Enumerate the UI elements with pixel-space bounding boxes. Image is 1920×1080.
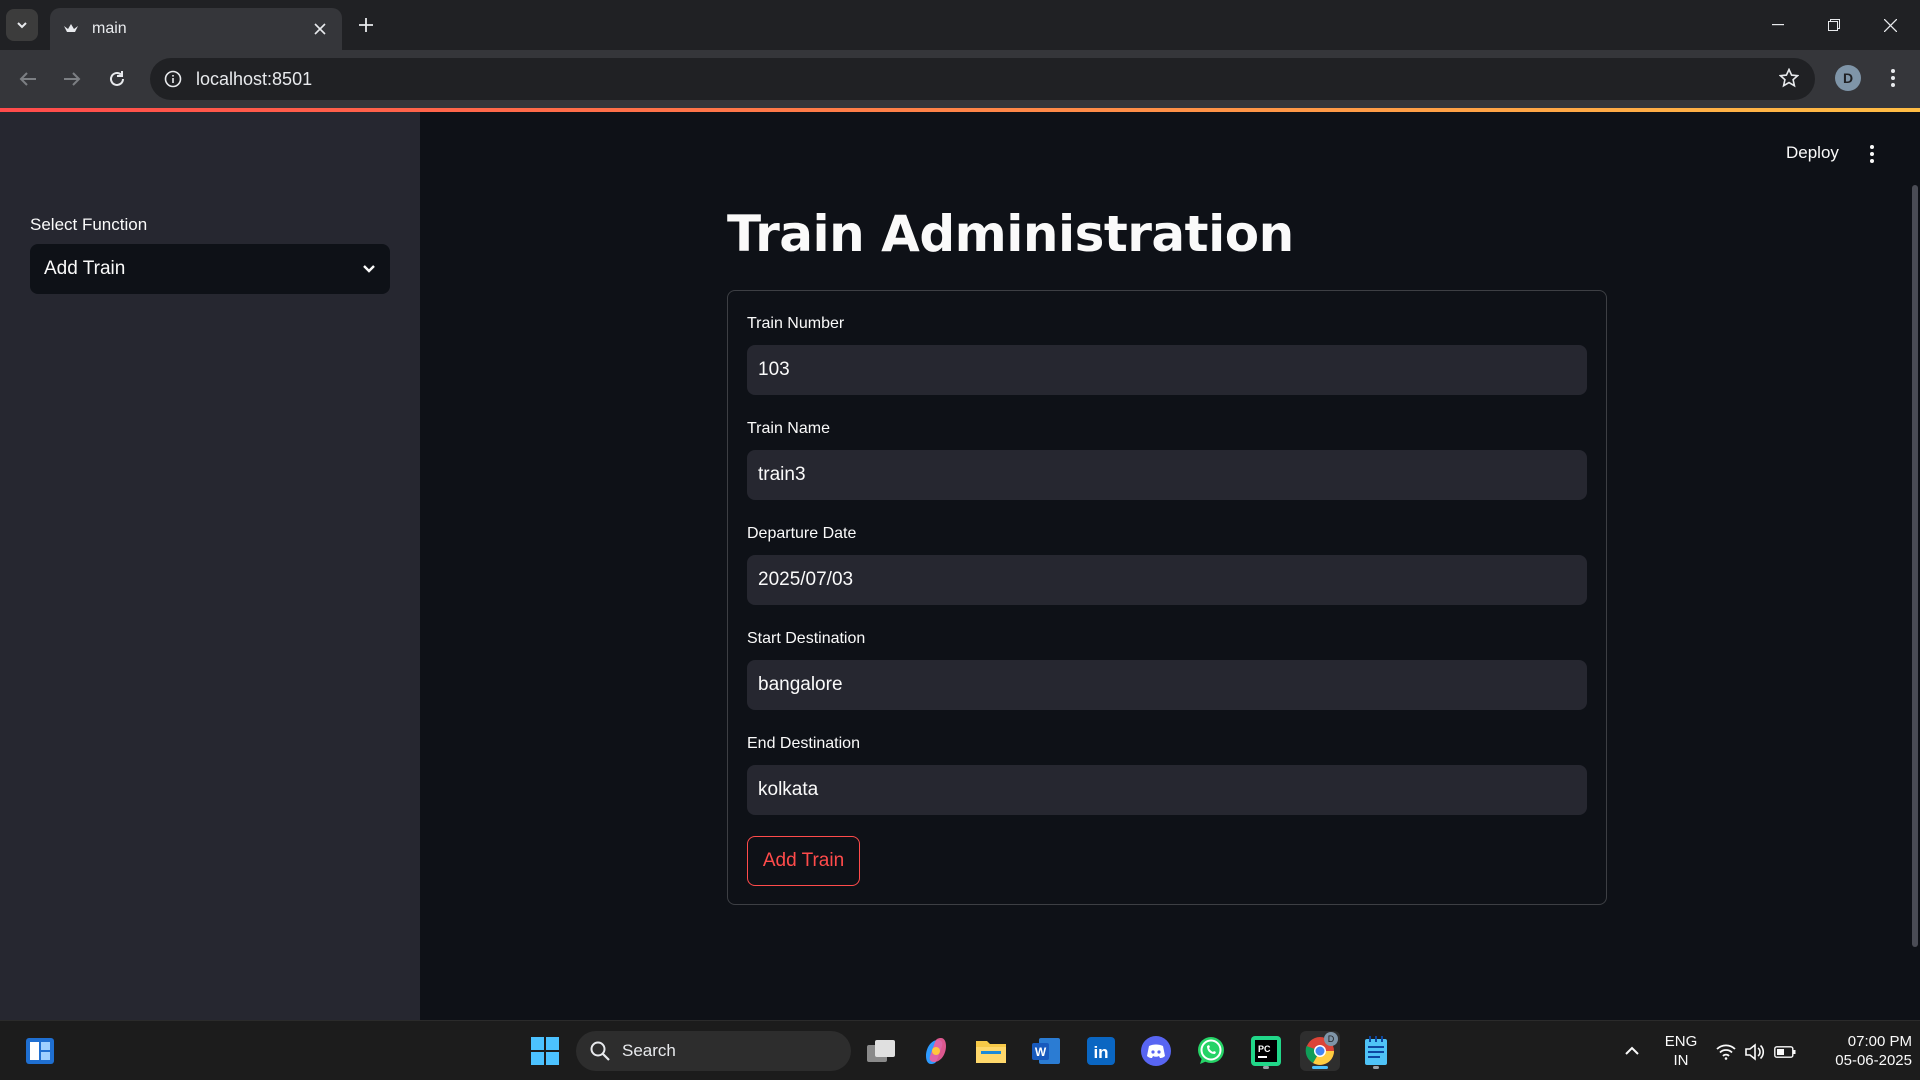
train-form: Train Number Train Name Departure Date S… <box>727 290 1607 905</box>
minimize-icon <box>1772 24 1784 26</box>
site-info-icon[interactable] <box>164 70 182 88</box>
chrome-profile-badge: D <box>1324 1032 1338 1046</box>
input-language-indicator[interactable]: ENG IN <box>1657 1032 1705 1070</box>
vertical-dots-icon <box>1870 145 1874 163</box>
restore-button[interactable] <box>1806 0 1862 50</box>
active-indicator <box>1312 1066 1328 1069</box>
plus-icon <box>359 18 373 32</box>
back-button[interactable] <box>12 63 44 95</box>
browser-tab-main[interactable]: main <box>50 8 342 50</box>
departure-date-input[interactable] <box>747 555 1587 605</box>
chevron-down-icon <box>17 22 27 29</box>
reload-button[interactable] <box>101 63 133 95</box>
end-destination-input[interactable] <box>747 765 1587 815</box>
profile-avatar[interactable]: D <box>1835 65 1861 91</box>
widgets-icon[interactable] <box>20 1031 60 1071</box>
restore-icon <box>1828 19 1840 31</box>
select-function-label: Select Function <box>30 215 148 234</box>
departure-date-label: Departure Date <box>747 525 857 542</box>
new-tab-button[interactable] <box>352 11 380 39</box>
svg-text:PC: PC <box>1258 1044 1271 1054</box>
page-title: Train Administration <box>727 205 1294 263</box>
arrow-left-icon <box>19 72 36 86</box>
forward-button[interactable] <box>56 63 88 95</box>
train-name-input[interactable] <box>747 450 1587 500</box>
arrow-right-icon <box>64 72 81 86</box>
clock-time: 07:00 PM <box>1847 1033 1912 1050</box>
word-icon[interactable]: W <box>1026 1031 1066 1071</box>
function-select[interactable]: Add Train <box>30 244 390 294</box>
show-hidden-icons-button[interactable] <box>1612 1031 1652 1071</box>
taskbar-search[interactable]: Search <box>576 1031 851 1071</box>
svg-text:W: W <box>1035 1045 1047 1059</box>
deploy-button[interactable]: Deploy <box>1786 143 1839 163</box>
region-label: IN <box>1673 1052 1689 1069</box>
scrollbar[interactable] <box>1912 185 1918 947</box>
language-label: ENG <box>1664 1033 1698 1050</box>
system-tray-status[interactable] <box>1716 1041 1796 1063</box>
close-tab-icon[interactable] <box>310 19 330 39</box>
address-bar[interactable]: localhost:8501 <box>150 58 1815 100</box>
file-explorer-icon[interactable] <box>971 1031 1011 1071</box>
sidebar: Select Function Add Train <box>0 112 420 1020</box>
running-indicator <box>1263 1066 1269 1069</box>
train-number-label: Train Number <box>747 315 845 332</box>
linkedin-icon[interactable]: in <box>1081 1031 1121 1071</box>
vertical-dots-icon <box>1891 69 1895 87</box>
discord-icon[interactable] <box>1136 1031 1176 1071</box>
svg-text:in: in <box>1093 1043 1108 1062</box>
start-destination-input[interactable] <box>747 660 1587 710</box>
notepad-icon[interactable] <box>1356 1031 1396 1071</box>
streamlit-crown-icon <box>62 20 80 38</box>
add-train-button[interactable]: Add Train <box>747 836 860 886</box>
clock-date: 05-06-2025 <box>1835 1052 1912 1069</box>
task-view-icon[interactable] <box>861 1031 901 1071</box>
volume-icon <box>1745 1043 1765 1061</box>
search-label: Search <box>622 1041 676 1060</box>
chrome-icon[interactable]: D <box>1300 1031 1340 1071</box>
copilot-icon[interactable] <box>916 1031 956 1071</box>
select-value: Add Train <box>44 258 126 279</box>
browser-tab-bar: main <box>0 0 1920 50</box>
bookmark-star-icon[interactable] <box>1778 67 1800 93</box>
running-indicator <box>1373 1066 1379 1069</box>
url-text: localhost:8501 <box>196 68 313 89</box>
whatsapp-icon[interactable] <box>1191 1031 1231 1071</box>
browser-toolbar: localhost:8501 D <box>0 50 1920 108</box>
os-taskbar: Search W in PC D ENG IN 07:00 PM 05-06-2… <box>0 1020 1920 1080</box>
start-button[interactable] <box>525 1031 565 1071</box>
close-window-button[interactable] <box>1862 0 1918 50</box>
clock[interactable]: 07:00 PM 05-06-2025 <box>1812 1032 1912 1070</box>
train-name-label: Train Name <box>747 420 830 437</box>
search-icon <box>590 1041 610 1061</box>
windows-logo-icon <box>531 1037 559 1065</box>
tab-title: main <box>92 20 127 37</box>
app-menu-button[interactable] <box>1860 140 1884 168</box>
end-destination-label: End Destination <box>747 735 860 752</box>
chevron-up-icon <box>1625 1046 1639 1055</box>
train-number-input[interactable] <box>747 345 1587 395</box>
start-destination-label: Start Destination <box>747 630 866 647</box>
minimize-button[interactable] <box>1750 0 1806 50</box>
browser-menu-button[interactable] <box>1880 65 1906 91</box>
wifi-icon <box>1716 1044 1736 1060</box>
tab-search-button[interactable] <box>6 9 38 41</box>
reload-icon <box>110 71 124 86</box>
battery-icon <box>1774 1046 1796 1058</box>
pycharm-icon[interactable]: PC <box>1246 1031 1286 1071</box>
chevron-down-icon <box>363 265 375 273</box>
close-icon <box>1883 18 1897 32</box>
